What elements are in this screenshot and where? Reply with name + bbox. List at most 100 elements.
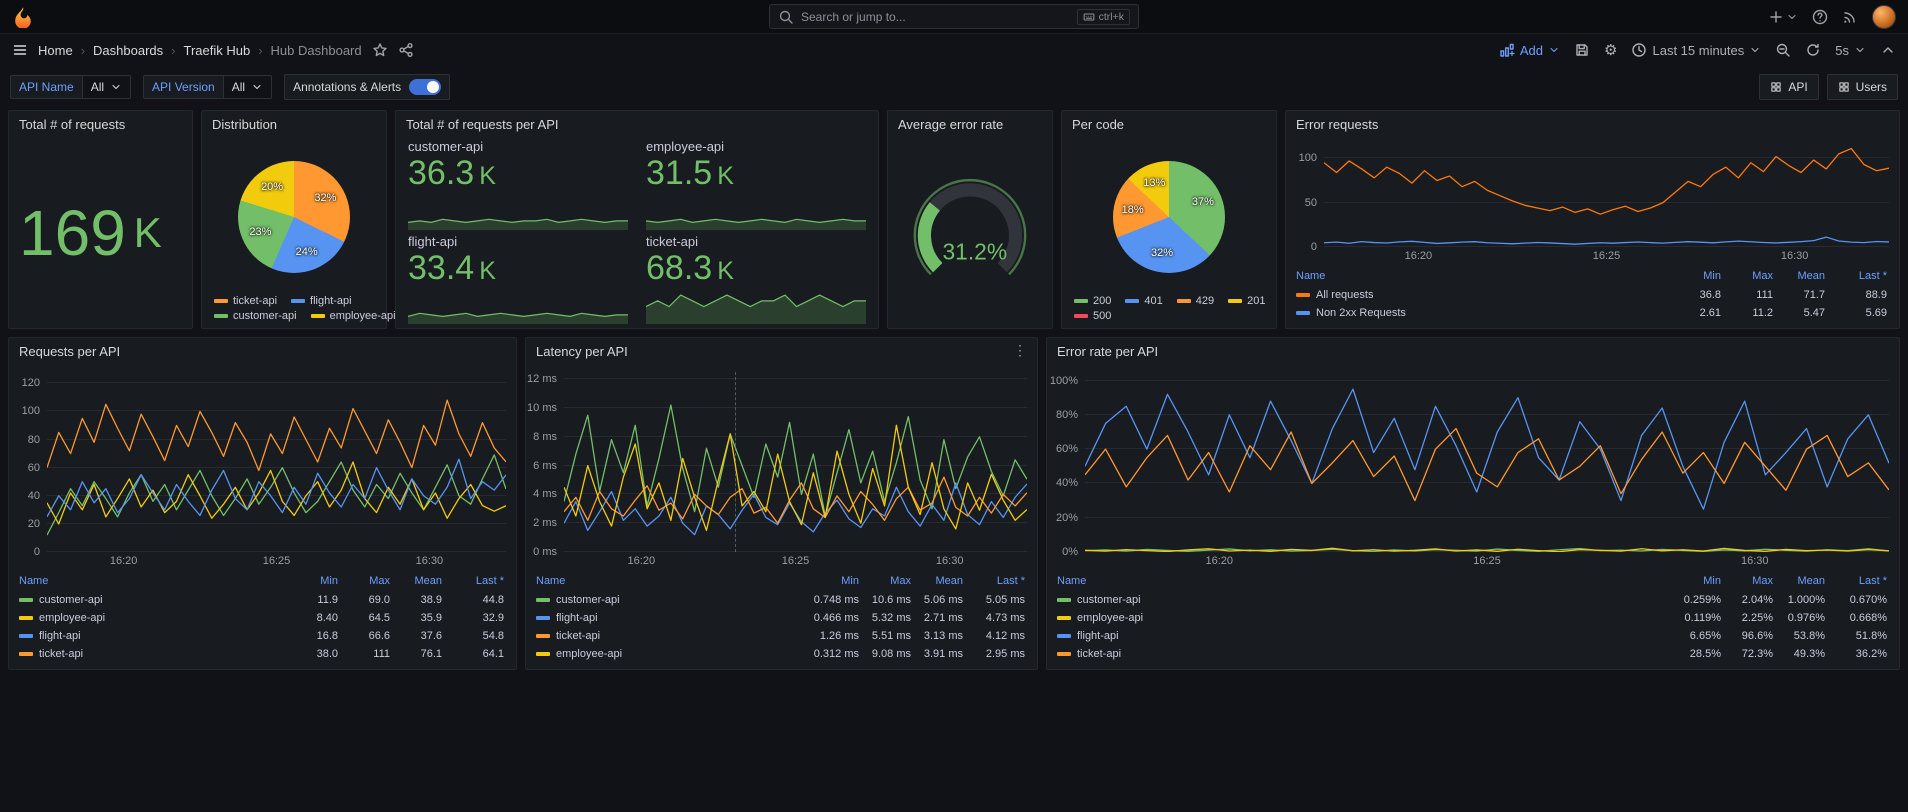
- menu-toggle-icon[interactable]: [12, 42, 28, 58]
- legend-column-mean[interactable]: Mean: [392, 575, 444, 587]
- pie-circle[interactable]: 37% 32% 18% 13%: [1113, 161, 1225, 273]
- panel-title[interactable]: Average error rate: [888, 111, 1052, 137]
- legend-column-last[interactable]: Last *: [444, 575, 506, 587]
- error-requests-chart[interactable]: 0 50 100 16:20 16:25 16:30 Name Min Max Mean Last …: [1286, 137, 1899, 328]
- legend-column-last[interactable]: Last *: [1827, 270, 1889, 282]
- favorite-star-icon[interactable]: [372, 42, 388, 58]
- breadcrumb-item[interactable]: Home: [38, 43, 73, 58]
- legend-series-name[interactable]: employee-api: [1057, 612, 1671, 624]
- legend-table-row[interactable]: employee-api 8.40 64.5 35.9 32.9: [19, 609, 506, 627]
- legend-series-name[interactable]: ticket-api: [19, 648, 288, 660]
- legend-column-name[interactable]: Name: [19, 575, 288, 587]
- legend-column-name[interactable]: Name: [536, 575, 809, 587]
- legend-column-name[interactable]: Name: [1296, 270, 1671, 282]
- legend-series-name[interactable]: customer-api: [536, 594, 809, 606]
- legend-table-row[interactable]: employee-api 0.119% 2.25% 0.976% 0.668%: [1057, 609, 1889, 627]
- plot-area[interactable]: [564, 372, 1027, 552]
- legend-item[interactable]: 429: [1176, 295, 1214, 307]
- annotations-toggle[interactable]: Annotations & Alerts: [284, 74, 451, 100]
- grafana-logo[interactable]: [12, 6, 34, 28]
- legend-series-name[interactable]: flight-api: [1057, 630, 1671, 642]
- legend-item[interactable]: flight-api: [291, 295, 352, 307]
- api-view-button[interactable]: API: [1759, 74, 1819, 100]
- search-input[interactable]: Search or jump to... ctrl+k: [769, 4, 1139, 29]
- breadcrumb-item[interactable]: Dashboards: [93, 43, 163, 58]
- legend-table-row[interactable]: customer-api 0.748 ms 10.6 ms 5.06 ms 5.05 m…: [536, 591, 1027, 609]
- api-name-variable[interactable]: API Name All: [10, 75, 132, 99]
- breadcrumb-item[interactable]: Traefik Hub: [183, 43, 250, 58]
- legend-item[interactable]: 201: [1228, 295, 1265, 307]
- legend-series-name[interactable]: All requests: [1296, 289, 1671, 301]
- plot-area[interactable]: [47, 372, 506, 552]
- legend-column-mean[interactable]: Mean: [1775, 575, 1827, 587]
- legend-table-row[interactable]: flight-api 0.466 ms 5.32 ms 2.71 ms 4.73 ms: [536, 609, 1027, 627]
- dashboard-settings-icon[interactable]: ⚙: [1604, 43, 1617, 58]
- pie-circle[interactable]: 32% 24% 23% 20%: [238, 161, 350, 273]
- share-icon[interactable]: [398, 42, 414, 58]
- toggle-switch[interactable]: [409, 79, 442, 95]
- legend-table-row[interactable]: ticket-api 28.5% 72.3% 49.3% 36.2%: [1057, 645, 1889, 663]
- time-range-picker[interactable]: Last 15 minutes: [1631, 42, 1761, 58]
- panel-title[interactable]: Total # of requests: [9, 111, 192, 137]
- legend-series-name[interactable]: ticket-api: [536, 630, 809, 642]
- save-dashboard-icon[interactable]: [1574, 42, 1590, 58]
- legend-series-name[interactable]: customer-api: [1057, 594, 1671, 606]
- plot-area[interactable]: [1324, 145, 1889, 247]
- legend-series-name[interactable]: flight-api: [19, 630, 288, 642]
- plot-area[interactable]: [1085, 372, 1889, 552]
- legend-column-min[interactable]: Min: [809, 575, 861, 587]
- api-version-variable[interactable]: API Version All: [143, 75, 273, 99]
- legend-series-name[interactable]: employee-api: [19, 612, 288, 624]
- legend-table-row[interactable]: ticket-api 38.0 111 76.1 64.1: [19, 645, 506, 663]
- legend-table-row[interactable]: ticket-api 1.26 ms 5.51 ms 3.13 ms 4.12 ms: [536, 627, 1027, 645]
- legend-column-min[interactable]: Min: [288, 575, 340, 587]
- legend-column-max[interactable]: Max: [340, 575, 392, 587]
- panel-title[interactable]: Requests per API: [9, 338, 516, 364]
- api-version-dropdown[interactable]: All: [222, 75, 273, 99]
- panel-title[interactable]: Latency per API: [526, 338, 1037, 364]
- per-code-pie-chart[interactable]: 37% 32% 18% 13% 200 401 429 201 500: [1062, 137, 1276, 328]
- panel-title[interactable]: Per code: [1062, 111, 1276, 137]
- legend-series-name[interactable]: employee-api: [536, 648, 809, 660]
- legend-item[interactable]: employee-api: [310, 310, 396, 322]
- legend-series-name[interactable]: flight-api: [536, 612, 809, 624]
- new-menu-button[interactable]: [1768, 9, 1798, 25]
- legend-column-max[interactable]: Max: [1723, 270, 1775, 282]
- collapse-toolbar-icon[interactable]: [1880, 42, 1896, 58]
- panel-title[interactable]: Error rate per API: [1047, 338, 1899, 364]
- legend-column-name[interactable]: Name: [1057, 575, 1671, 587]
- legend-column-mean[interactable]: Mean: [913, 575, 965, 587]
- panel-title[interactable]: Error requests: [1286, 111, 1899, 137]
- requests-per-api-chart[interactable]: 0 20 40 60 80 100 120 16:20 16:25 16:30 Name Min Max…: [9, 364, 516, 669]
- distribution-pie-chart[interactable]: 32% 24% 23% 20% ticket-api flight-api customer…: [202, 137, 396, 328]
- refresh-interval-picker[interactable]: 5s: [1835, 43, 1866, 58]
- refresh-icon[interactable]: [1805, 42, 1821, 58]
- news-rss-icon[interactable]: [1842, 9, 1858, 25]
- legend-series-name[interactable]: ticket-api: [1057, 648, 1671, 660]
- legend-item[interactable]: customer-api: [214, 310, 297, 322]
- legend-table-row[interactable]: All requests 36.8 111 71.7 88.9: [1296, 286, 1889, 304]
- user-avatar[interactable]: [1872, 4, 1896, 29]
- legend-item[interactable]: 200: [1074, 295, 1111, 307]
- legend-table-row[interactable]: flight-api 16.8 66.6 37.6 54.8: [19, 627, 506, 645]
- legend-column-last[interactable]: Last *: [1827, 575, 1889, 587]
- panel-title[interactable]: Total # of requests per API: [396, 111, 878, 137]
- legend-item[interactable]: 401: [1125, 295, 1163, 307]
- legend-column-min[interactable]: Min: [1671, 270, 1723, 282]
- legend-column-mean[interactable]: Mean: [1775, 270, 1827, 282]
- legend-item[interactable]: ticket-api: [214, 295, 277, 307]
- legend-column-last[interactable]: Last *: [965, 575, 1027, 587]
- panel-menu-icon[interactable]: ⋮: [1009, 342, 1031, 359]
- add-panel-button[interactable]: Add: [1499, 42, 1560, 58]
- legend-item[interactable]: 500: [1074, 310, 1111, 322]
- breadcrumb-item[interactable]: Hub Dashboard: [271, 43, 362, 58]
- legend-series-name[interactable]: Non 2xx Requests: [1296, 307, 1671, 319]
- legend-table-row[interactable]: Non 2xx Requests 2.61 11.2 5.47 5.69: [1296, 304, 1889, 322]
- legend-table-row[interactable]: customer-api 11.9 69.0 38.9 44.8: [19, 591, 506, 609]
- panel-title[interactable]: Distribution: [202, 111, 386, 137]
- api-name-dropdown[interactable]: All: [81, 75, 132, 99]
- error-rate-per-api-chart[interactable]: 0% 20% 40% 60% 80% 100% 16:20 16:25 16:30 Name Min…: [1047, 364, 1899, 669]
- legend-table-row[interactable]: employee-api 0.312 ms 9.08 ms 3.91 ms 2.95 m…: [536, 645, 1027, 663]
- zoom-out-icon[interactable]: [1775, 42, 1791, 58]
- latency-per-api-chart[interactable]: 0 ms 2 ms 4 ms 6 ms 8 ms 10 ms 12 ms 16:20 16:25…: [526, 364, 1037, 669]
